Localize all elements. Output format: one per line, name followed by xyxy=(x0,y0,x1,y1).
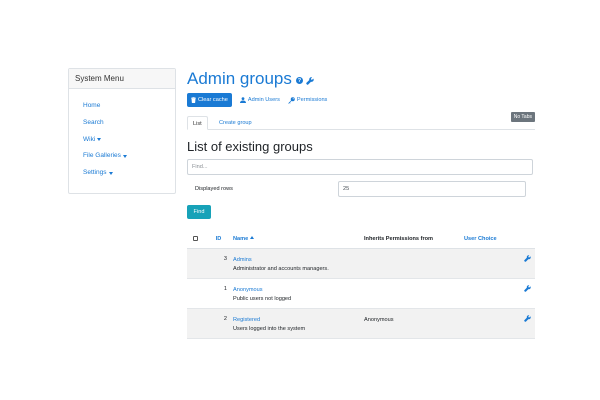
permissions-button[interactable]: Permissions xyxy=(288,96,327,104)
find-input[interactable] xyxy=(187,159,533,175)
group-name-link[interactable]: Admins xyxy=(233,256,364,264)
displayed-rows-input[interactable] xyxy=(338,181,526,197)
main-content: Admin groups ? Clear cache Admin Users P… xyxy=(187,68,535,339)
select-all-checkbox[interactable] xyxy=(193,235,198,241)
wrench-icon[interactable] xyxy=(524,285,531,294)
admin-users-button[interactable]: Admin Users xyxy=(239,97,280,103)
tabs-bar: List Create group No Tabs xyxy=(187,112,535,130)
page-header: Admin groups ? xyxy=(187,68,535,90)
clear-cache-button[interactable]: Clear cache xyxy=(187,93,232,107)
user-icon xyxy=(239,97,246,103)
caret-down-icon xyxy=(108,172,113,176)
wrench-icon[interactable] xyxy=(524,315,531,324)
question-circle-icon[interactable]: ? xyxy=(295,77,303,84)
caret-down-icon xyxy=(122,155,127,159)
tab-create-group[interactable]: Create group xyxy=(214,116,257,130)
group-inherits xyxy=(364,279,464,308)
system-menu-title: System Menu xyxy=(69,69,175,89)
group-inherits xyxy=(364,249,464,278)
group-description: Users logged into the system xyxy=(233,326,306,332)
group-id: 3 xyxy=(223,256,227,262)
header-user-choice[interactable]: User Choice xyxy=(464,229,519,249)
tab-list[interactable]: List xyxy=(187,116,208,130)
group-description: Public users not logged xyxy=(233,296,292,302)
sidebar-item-wiki[interactable]: Wiki xyxy=(69,132,175,149)
sidebar-item-search[interactable]: Search xyxy=(69,115,175,132)
table-row: 3 Admins Administrator and accounts mana… xyxy=(187,249,535,279)
no-tabs-button[interactable]: No Tabs xyxy=(510,112,535,122)
group-name-link[interactable]: Registered xyxy=(233,316,364,324)
wrench-icon[interactable] xyxy=(524,255,531,264)
sidebar-item-file-galleries[interactable]: File Galleries xyxy=(69,148,175,165)
section-title: List of existing groups xyxy=(187,139,313,154)
table-row: 2 Registered Users logged into the syste… xyxy=(187,309,535,339)
group-inherits: Anonymous xyxy=(364,317,394,323)
system-menu: System Menu Home Search Wiki File Galler… xyxy=(68,68,176,194)
header-inherits: Inherits Permissions from xyxy=(364,235,434,242)
toolbar: Clear cache Admin Users Permissions xyxy=(187,93,535,107)
header-actions xyxy=(519,229,535,249)
sort-ascending-icon xyxy=(250,235,255,239)
select-all-cell xyxy=(187,229,210,249)
group-description: Administrator and accounts managers. xyxy=(233,266,329,272)
header-id[interactable]: ID xyxy=(210,229,227,249)
displayed-rows-row: Displayed rows xyxy=(187,181,535,197)
table-row: 1 Anonymous Public users not logged xyxy=(187,279,535,309)
trash-icon xyxy=(191,97,196,103)
group-name-link[interactable]: Anonymous xyxy=(233,286,364,294)
groups-table: ID Name Inherits Permissions from User C… xyxy=(187,229,535,339)
page-title[interactable]: Admin groups xyxy=(187,68,292,90)
table-header: ID Name Inherits Permissions from User C… xyxy=(187,229,535,249)
sidebar-item-home[interactable]: Home xyxy=(69,98,175,115)
wrench-icon[interactable] xyxy=(306,72,314,90)
find-button[interactable]: Find xyxy=(187,205,211,219)
group-id: 1 xyxy=(223,286,227,292)
system-menu-list: Home Search Wiki File Galleries Settings xyxy=(69,89,175,182)
group-id: 2 xyxy=(223,316,227,322)
displayed-rows-label: Displayed rows xyxy=(195,186,233,192)
key-icon xyxy=(288,96,295,104)
caret-down-icon xyxy=(97,138,102,142)
sidebar-item-settings[interactable]: Settings xyxy=(69,165,175,182)
header-name[interactable]: Name xyxy=(227,229,364,249)
